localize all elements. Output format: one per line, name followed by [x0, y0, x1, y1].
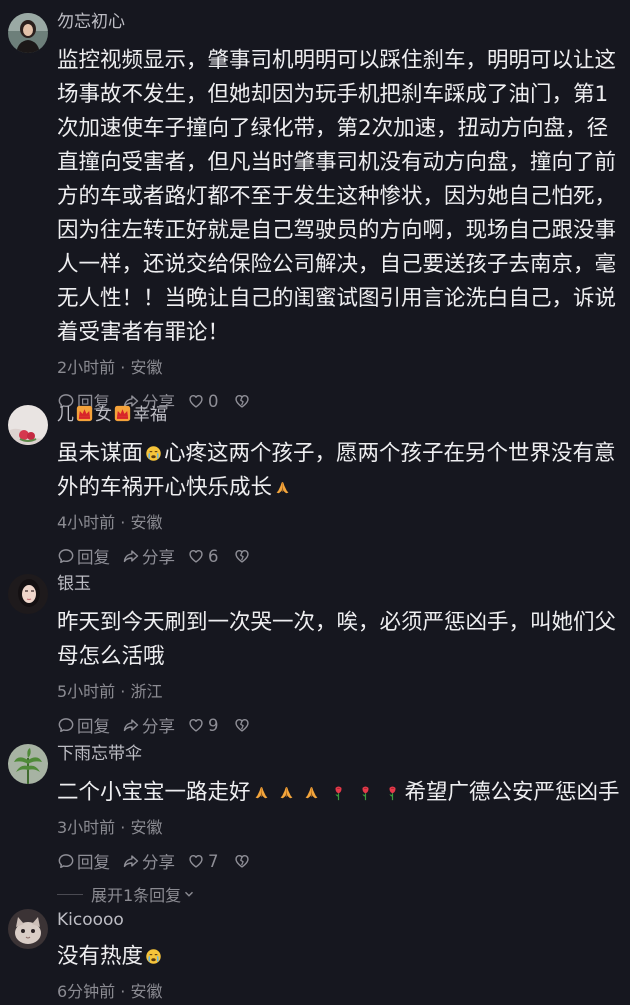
comment-location: 安徽	[130, 358, 163, 377]
comment-text-part: 二个小宝宝一路走好	[57, 780, 251, 805]
username-part: 女	[95, 405, 112, 425]
like-button[interactable]: 6	[187, 547, 219, 566]
username-part: 儿	[57, 405, 74, 425]
meta-separator: ·	[120, 358, 126, 377]
comment-text: 没有热度	[57, 940, 616, 974]
praying-hands-emoji	[303, 784, 320, 801]
reply-icon	[57, 547, 75, 565]
like-count: 6	[208, 546, 219, 566]
reply-label: 回复	[77, 853, 110, 872]
comment-item: 银玉 昨天到今天刷到一次哭一次，唉，必须严惩凶手，叫她们父母怎么活哦 5小时前 …	[0, 573, 630, 737]
share-button[interactable]: 分享	[122, 713, 175, 737]
crown-emoji	[114, 405, 131, 422]
crying-emoji	[145, 445, 162, 462]
reply-icon	[57, 716, 75, 734]
comment-time: 2小时前	[57, 358, 116, 377]
username[interactable]: 银玉	[57, 573, 616, 595]
praying-hands-emoji	[278, 784, 295, 801]
rose-emoji	[384, 784, 401, 801]
comment-text-part: 没有热度	[57, 944, 144, 969]
heart-icon	[187, 547, 205, 565]
comment-actions: 回复 分享 9	[57, 713, 616, 737]
reply-button[interactable]: 回复	[57, 849, 110, 873]
avatar[interactable]	[8, 13, 48, 53]
share-label: 分享	[142, 717, 175, 736]
comment-text: 虽未谋面 心疼这两个孩子，愿两个孩子在另个世界没有意外的车祸开心快乐成长	[57, 437, 616, 505]
share-label: 分享	[142, 548, 175, 567]
expand-divider	[57, 893, 83, 895]
username-part: 幸福	[133, 405, 167, 425]
rose-emoji	[357, 784, 374, 801]
meta-separator: ·	[120, 513, 126, 532]
comment-text-part: 希望广德公安严惩凶手	[404, 780, 620, 805]
comment-item: 勿忘初心 监控视频显示，肇事司机明明可以踩住刹车，明明可以让这场事故不发生，但她…	[0, 11, 630, 413]
chevron-down-icon	[183, 888, 195, 900]
share-icon	[122, 852, 140, 870]
meta-separator: ·	[120, 818, 126, 837]
heart-icon	[187, 716, 205, 734]
dislike-button[interactable]	[231, 852, 253, 870]
comment-item: 儿 女 幸福 虽未谋面 心疼这两个孩子，愿两个孩子在另个世界没有意外的车祸开心快乐成长…	[0, 404, 630, 568]
username[interactable]: Kicoooo	[57, 909, 616, 931]
avatar[interactable]	[8, 405, 48, 445]
share-label: 分享	[142, 853, 175, 872]
praying-hands-emoji	[253, 784, 270, 801]
comment-item: Kicoooo 没有热度 6分钟前 · 安徽	[0, 909, 630, 1003]
comment-location: 安徽	[130, 982, 163, 1001]
username[interactable]: 儿 女 幸福	[57, 404, 616, 426]
crown-emoji	[76, 405, 93, 422]
username[interactable]: 勿忘初心	[57, 11, 616, 33]
praying-hands-emoji	[274, 479, 291, 496]
crying-emoji	[145, 948, 162, 965]
like-button[interactable]: 9	[187, 716, 219, 735]
comment-text-part: 虽未谋面	[57, 441, 144, 466]
comment-time: 6分钟前	[57, 982, 116, 1001]
comment-actions: 回复 分享 7	[57, 849, 616, 873]
heart-icon	[187, 852, 205, 870]
dislike-heart-icon	[233, 547, 251, 565]
comment-time: 5小时前	[57, 682, 116, 701]
comment-meta: 4小时前 · 安徽	[57, 512, 616, 534]
meta-separator: ·	[120, 982, 126, 1001]
comment-item: 下雨忘带伞 二个小宝宝一路走好 希望广德公安严惩凶手 3小时前 · 安徽 回复 分…	[0, 743, 630, 905]
share-button[interactable]: 分享	[122, 544, 175, 568]
comment-time: 4小时前	[57, 513, 116, 532]
comment-actions: 回复 分享 6	[57, 544, 616, 568]
like-button[interactable]: 7	[187, 852, 219, 871]
dislike-heart-icon	[233, 852, 251, 870]
comment-location: 安徽	[130, 513, 163, 532]
reply-button[interactable]: 回复	[57, 544, 110, 568]
reply-label: 回复	[77, 548, 110, 567]
comment-location: 安徽	[130, 818, 163, 837]
meta-separator: ·	[120, 682, 126, 701]
comment-location: 浙江	[130, 682, 163, 701]
dislike-button[interactable]	[231, 547, 253, 565]
expand-replies-label: 展开1条回复	[91, 886, 182, 905]
comment-meta: 6分钟前 · 安徽	[57, 981, 616, 1003]
rose-emoji	[330, 784, 347, 801]
expand-replies-button[interactable]: 展开1条回复	[57, 883, 616, 905]
dislike-heart-icon	[233, 716, 251, 734]
comment-text: 监控视频显示，肇事司机明明可以踩住刹车，明明可以让这场事故不发生，但她却因为玩手…	[57, 48, 617, 345]
avatar[interactable]	[8, 574, 48, 614]
comment-text: 二个小宝宝一路走好 希望广德公安严惩凶手	[57, 776, 620, 810]
dislike-button[interactable]	[231, 716, 253, 734]
share-button[interactable]: 分享	[122, 849, 175, 873]
comment-meta: 2小时前 · 安徽	[57, 357, 616, 379]
comment-meta: 5小时前 · 浙江	[57, 681, 616, 703]
comment-text: 昨天到今天刷到一次哭一次，唉，必须严惩凶手，叫她们父母怎么活哦	[57, 610, 617, 669]
like-count: 7	[208, 851, 219, 871]
username[interactable]: 下雨忘带伞	[57, 743, 616, 765]
avatar[interactable]	[8, 744, 48, 784]
share-icon	[122, 716, 140, 734]
reply-label: 回复	[77, 717, 110, 736]
like-count: 9	[208, 715, 219, 735]
reply-icon	[57, 852, 75, 870]
reply-button[interactable]: 回复	[57, 713, 110, 737]
comment-meta: 3小时前 · 安徽	[57, 817, 616, 839]
avatar[interactable]	[8, 909, 48, 949]
share-icon	[122, 547, 140, 565]
comment-time: 3小时前	[57, 818, 116, 837]
